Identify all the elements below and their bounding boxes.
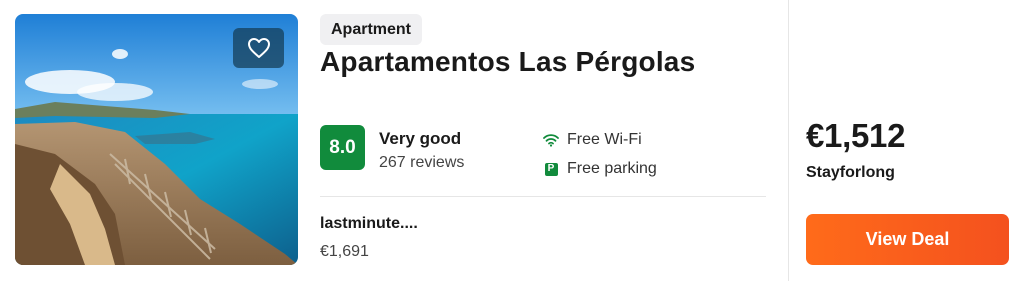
hotel-name[interactable]: Apartamentos Las Pérgolas [320, 46, 695, 78]
property-type-badge: Apartment [320, 14, 423, 45]
column-divider [788, 0, 789, 281]
amenity-parking: P Free parking [543, 160, 657, 178]
amenity-wifi: Free Wi-Fi [543, 131, 642, 149]
rating-score-badge: 8.0 [320, 125, 365, 170]
review-count[interactable]: 267 reviews [379, 154, 464, 172]
rating-label: Very good [379, 129, 462, 148]
best-price-provider: Stayforlong [806, 164, 895, 181]
amenity-label: Free parking [567, 160, 657, 177]
alternate-provider-name[interactable]: lastminute.... [320, 215, 418, 233]
best-price: €1,512 [806, 117, 906, 154]
wifi-icon [543, 132, 559, 148]
divider [320, 196, 766, 197]
amenity-label: Free Wi-Fi [567, 131, 642, 148]
hotel-result-card: Apartment Apartamentos Las Pérgolas 8.0 … [0, 0, 1024, 281]
parking-icon: P [543, 161, 559, 177]
view-deal-button[interactable]: View Deal [806, 214, 1009, 265]
heart-outline-icon [247, 38, 270, 58]
favorite-button[interactable] [233, 28, 284, 68]
alternate-provider-price[interactable]: €1,691 [320, 243, 369, 261]
